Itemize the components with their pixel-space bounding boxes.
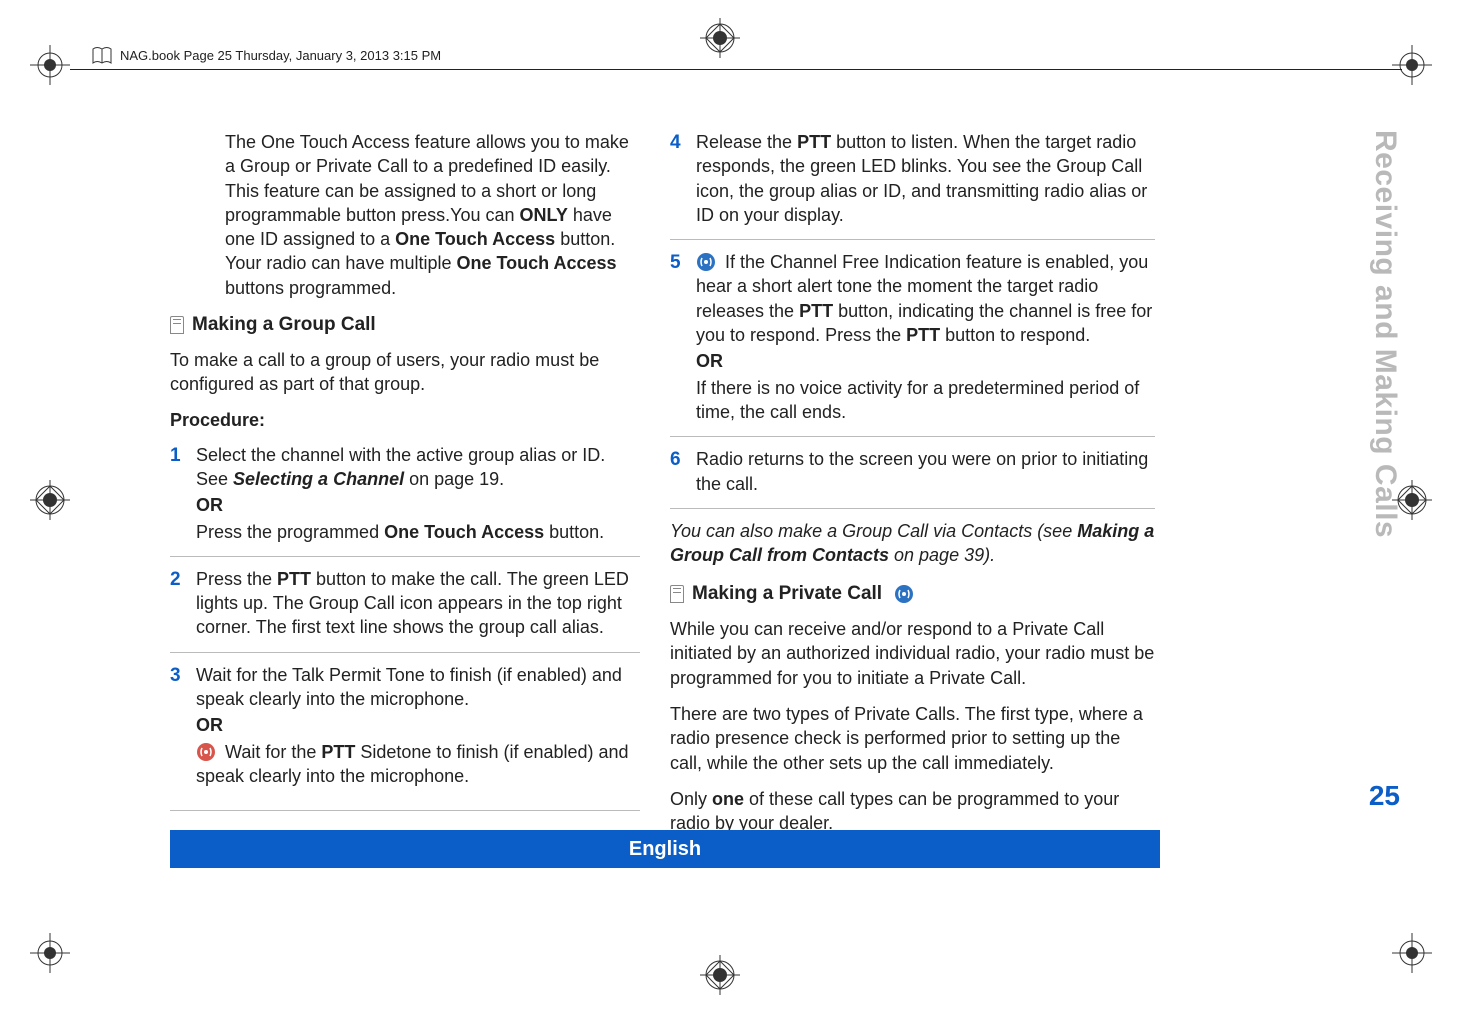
- text: Wait for the: [220, 742, 321, 762]
- running-header: NAG.book Page 25 Thursday, January 3, 20…: [120, 48, 441, 63]
- rule-line: [170, 810, 640, 811]
- step-number: 3: [170, 663, 184, 790]
- text-bold: one: [712, 789, 744, 809]
- text-bold: One Touch Access: [384, 522, 544, 542]
- text: on page 19.: [404, 469, 504, 489]
- text: Radio returns to the screen you were on …: [696, 447, 1155, 496]
- left-column: The One Touch Access feature allows you …: [170, 130, 640, 847]
- section-body: To make a call to a group of users, your…: [170, 348, 640, 397]
- text-bold: PTT: [277, 569, 311, 589]
- or-label: OR: [196, 493, 640, 517]
- step-number: 1: [170, 443, 184, 546]
- text-bold: PTT: [321, 742, 355, 762]
- text: Release the: [696, 132, 797, 152]
- text: Only: [670, 789, 712, 809]
- text: Press the programmed: [196, 522, 384, 542]
- procedure-step: 5 If the Channel Free Indication feature…: [670, 250, 1155, 437]
- chapter-side-title: Receiving and Making Calls: [1368, 130, 1402, 538]
- procedure-step: 3 Wait for the Talk Permit Tone to finis…: [170, 663, 640, 800]
- section-body: There are two types of Private Calls. Th…: [670, 702, 1155, 775]
- registration-mark-icon: [700, 18, 750, 68]
- step-number: 6: [670, 447, 684, 498]
- step-body: Release the PTT button to listen. When t…: [696, 130, 1155, 229]
- note-icon: [670, 585, 684, 603]
- language-bar: English: [170, 830, 1160, 868]
- section-title: Making a Group Call: [192, 312, 376, 338]
- intro-paragraph: The One Touch Access feature allows you …: [225, 130, 640, 300]
- text-bold: PTT: [906, 325, 940, 345]
- antenna-icon: [196, 742, 216, 762]
- procedure-step: 4 Release the PTT button to listen. When…: [670, 130, 1155, 240]
- section-body: Only one of these call types can be prog…: [670, 787, 1155, 836]
- language-label: English: [629, 838, 701, 861]
- step-body: If the Channel Free Indication feature i…: [696, 250, 1155, 426]
- procedure-step: 6 Radio returns to the screen you were o…: [670, 447, 1155, 509]
- text: button to respond.: [940, 325, 1090, 345]
- procedure-label: Procedure:: [170, 408, 640, 432]
- section-heading-group-call: Making a Group Call: [170, 312, 640, 338]
- or-label: OR: [196, 713, 640, 737]
- registration-mark-icon: [1392, 45, 1442, 95]
- text-bold: PTT: [797, 132, 831, 152]
- text: Press the: [196, 569, 277, 589]
- rule-line: [70, 69, 1402, 70]
- step-body: Select the channel with the active group…: [196, 443, 640, 546]
- step-number: 4: [670, 130, 684, 229]
- section-body: While you can receive and/or respond to …: [670, 617, 1155, 690]
- procedure-step: 1 Select the channel with the active gro…: [170, 443, 640, 557]
- text-bold: One Touch Access: [395, 229, 555, 249]
- or-label: OR: [696, 349, 1155, 373]
- antenna-icon: [696, 252, 716, 272]
- step-body: Radio returns to the screen you were on …: [696, 447, 1155, 498]
- text-bold: PTT: [799, 301, 833, 321]
- registration-mark-icon: [30, 933, 80, 983]
- registration-mark-icon: [700, 955, 750, 1005]
- step-body: Wait for the Talk Permit Tone to finish …: [196, 663, 640, 790]
- registration-mark-icon: [30, 480, 80, 530]
- text: buttons programmed.: [225, 278, 396, 298]
- registration-mark-icon: [1392, 933, 1442, 983]
- text: You can also make a Group Call via Conta…: [670, 521, 1077, 541]
- text-bold: ONLY: [520, 205, 568, 225]
- step-number: 2: [170, 567, 184, 642]
- step-body: Press the PTT button to make the call. T…: [196, 567, 640, 642]
- antenna-icon: [894, 584, 914, 604]
- step-number: 5: [670, 250, 684, 426]
- text: on page 39).: [889, 545, 995, 565]
- cross-ref: Selecting a Channel: [233, 469, 404, 489]
- procedure-step: 2 Press the PTT button to make the call.…: [170, 567, 640, 653]
- text: If there is no voice activity for a pred…: [696, 376, 1155, 425]
- section-heading-private-call: Making a Private Call: [670, 581, 1155, 607]
- cross-ref-note: You can also make a Group Call via Conta…: [670, 519, 1155, 568]
- section-title: Making a Private Call: [692, 581, 882, 607]
- text: Wait for the Talk Permit Tone to finish …: [196, 663, 640, 712]
- page-number: 25: [1369, 780, 1400, 812]
- content-area: The One Touch Access feature allows you …: [170, 130, 1160, 847]
- text-bold: One Touch Access: [456, 253, 616, 273]
- note-icon: [170, 316, 184, 334]
- registration-mark-icon: [30, 45, 80, 95]
- text: button.: [544, 522, 604, 542]
- right-column: 4 Release the PTT button to listen. When…: [670, 130, 1155, 847]
